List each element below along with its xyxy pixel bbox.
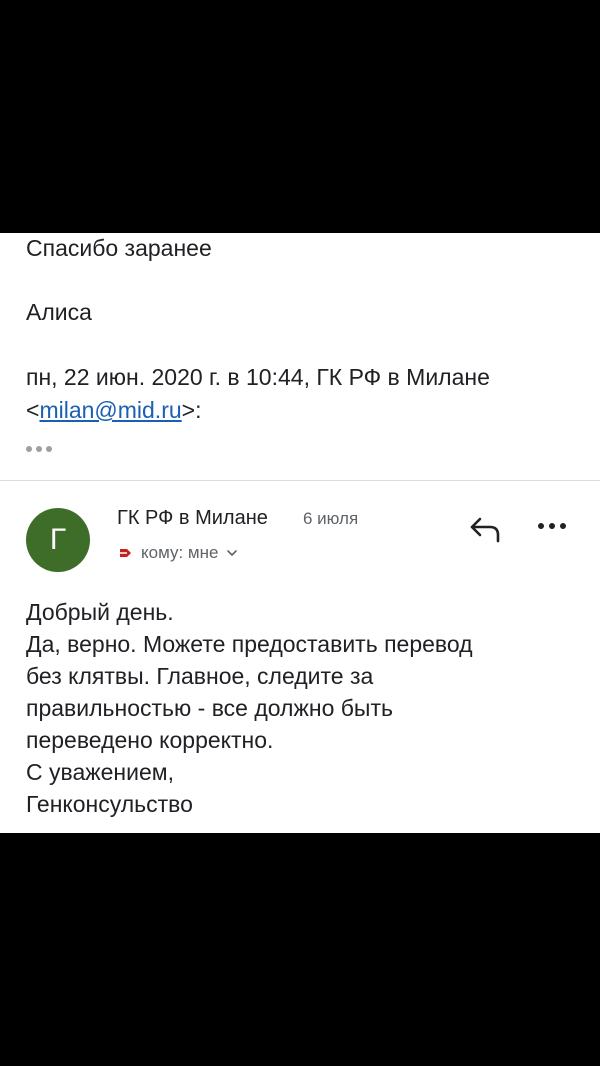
message-date: 6 июля [303, 509, 359, 528]
message-body-line: Генконсульство [26, 791, 193, 817]
reply-arrow-icon [470, 517, 500, 543]
message-body-line: Добрый день. [26, 599, 174, 625]
chevron-down-icon [227, 550, 238, 556]
message-divider [0, 480, 600, 481]
sender-avatar[interactable]: Г [26, 508, 90, 572]
quoted-signature: Алиса [26, 299, 92, 325]
sender-name: ГК РФ в Милане [117, 507, 268, 529]
more-options-button[interactable] [538, 519, 572, 533]
message-body-line: переведено корректно. [26, 727, 274, 753]
message-body-line: С уважением, [26, 759, 174, 785]
dot [560, 523, 566, 529]
dot [36, 446, 42, 452]
email-open-bracket: < [26, 397, 40, 423]
avatar-letter: Г [49, 523, 67, 556]
email-thread-view: Спасибо заранее Алиса пн, 22 июн. 2020 г… [0, 233, 600, 833]
sender-email-link[interactable]: milan@mid.ru [39, 397, 181, 423]
message-body-line: правильностью - все должно быть [26, 695, 393, 721]
dot [46, 446, 52, 452]
quoted-thanks-line: Спасибо заранее [26, 235, 212, 261]
message-body: Добрый день. Да, верно. Можете предостав… [26, 596, 586, 820]
email-close-bracket: >: [181, 397, 202, 423]
reply-button[interactable] [466, 511, 506, 547]
importance-marker-icon [120, 549, 131, 557]
recipient-label: кому: мне [141, 543, 219, 562]
dot [549, 523, 555, 529]
quoted-attribution-email-line: <milan@mid.ru>: [26, 395, 201, 425]
dot [538, 523, 544, 529]
bottom-black-bar [0, 833, 600, 1066]
message-body-line: без клятвы. Главное, следите за [26, 663, 374, 689]
top-black-bar [0, 0, 600, 233]
quoted-attribution-line: пн, 22 июн. 2020 г. в 10:44, ГК РФ в Мил… [26, 364, 490, 390]
recipient-details-toggle[interactable]: кому: мне [117, 541, 238, 565]
dot [26, 446, 32, 452]
show-trimmed-content-button[interactable] [26, 446, 52, 452]
message-body-line: Да, верно. Можете предоставить перевод [26, 631, 473, 657]
